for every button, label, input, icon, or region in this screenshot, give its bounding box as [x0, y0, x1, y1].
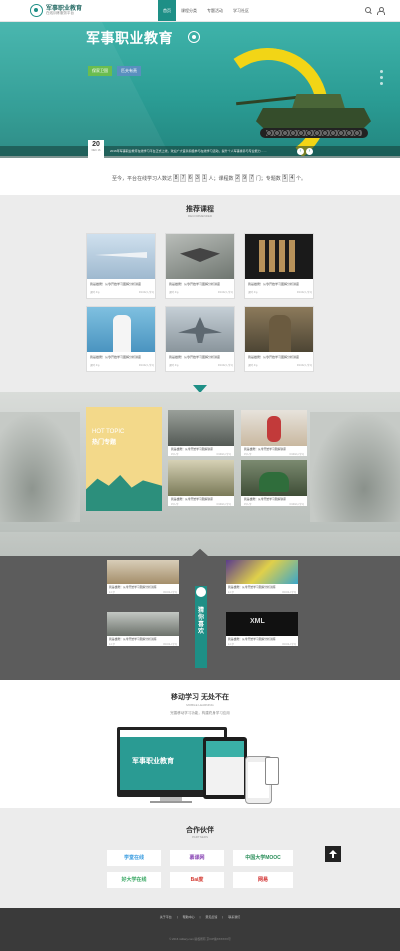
- nav-topics[interactable]: 专题活动: [202, 0, 228, 21]
- tablet-mockup: [203, 737, 247, 799]
- partner-logo[interactable]: 慕课网: [170, 850, 224, 866]
- banner-button-duty[interactable]: 匹夫有责: [117, 66, 141, 76]
- footer-link[interactable]: 意见反馈: [205, 915, 217, 919]
- nav-categories[interactable]: 课程分类: [176, 0, 202, 21]
- course-card[interactable]: 我是雄鹰！从零开始学习图解分析讲座 课时 4节 0/1042人学习: [165, 306, 235, 372]
- back-to-top-icon[interactable]: [325, 846, 341, 862]
- shield-icon: [196, 587, 206, 597]
- user-icon[interactable]: [376, 6, 385, 15]
- course-card[interactable]: 我是雄鹰！从零开始学习图解分析讲座 课时 4节 0/1042人学习: [165, 233, 235, 299]
- partner-logo[interactable]: 网易: [233, 872, 293, 888]
- hot-topic-card[interactable]: 我是雄鹰！从零开始学习图解讲座 15人学 0/1042人学习: [168, 410, 234, 456]
- logo-emblem-icon: [30, 4, 43, 17]
- hot-topic-card[interactable]: 我是雄鹰！从零开始学习图解讲座 15人学 0/1042人学习: [168, 460, 234, 506]
- partners-subtitle: PARTNERS: [191, 835, 209, 839]
- mobile-subtitle: 完善移动学习功能，构建终身学习应用: [170, 711, 230, 715]
- search-icon[interactable]: [364, 6, 372, 14]
- partner-logo[interactable]: Bai度: [170, 872, 224, 888]
- stats-line: 至今，平台在线学习人数达 87631 人；课程数 297 门；专题数 54 个。: [112, 174, 306, 182]
- banner-button-defend[interactable]: 保家卫国: [88, 66, 112, 76]
- copyright: © 2016 military.com 版权所有 京ICP备XXXXXX号: [169, 937, 231, 941]
- hot-topic-feature[interactable]: HOT TOPIC 热门专题: [86, 407, 162, 511]
- hot-topic-card[interactable]: 我是雄鹰！从零开始学习图解讲座 15人学 0/1042人学习: [241, 410, 307, 456]
- footer-link[interactable]: 关于平台: [160, 915, 172, 919]
- banner-pager[interactable]: [380, 70, 383, 85]
- mobile-subtitle-en: MOBILE LEARNING: [186, 703, 214, 707]
- news-date: 20 DEC 16: [88, 140, 104, 158]
- mobile-title: 移动学习 无处不在: [171, 694, 229, 701]
- hero-banner[interactable]: [0, 22, 400, 156]
- partner-logo[interactable]: 学堂在线: [107, 850, 161, 866]
- partner-logo[interactable]: 好大学在线: [107, 872, 161, 888]
- nav-community[interactable]: 学习社区: [228, 0, 254, 21]
- tank-image: [236, 84, 386, 148]
- recommended-title: 推荐课程: [186, 206, 214, 213]
- news-prev-icon[interactable]: ‹: [297, 148, 304, 155]
- course-card[interactable]: 我是雄鹰！从零开始学习图解分析讲座 课时 4节 0/1042人学习: [244, 306, 314, 372]
- nav-home[interactable]: 首页: [158, 0, 176, 21]
- course-card[interactable]: 我是雄鹰！从零开始学习图解分析讲座 课时 4节 0/1042人学习: [86, 306, 156, 372]
- banner-title: 军事职业教育: [86, 30, 173, 46]
- news-text[interactable]: 2016年军事职业教育在线学习平台正式上线，欢迎广大官兵积极参与在线学习活动，提…: [110, 149, 290, 153]
- guess-card[interactable]: 我是雄鹰！从零开始学习图解分析讲座 2人学 0/1042人学习: [226, 560, 298, 594]
- guess-card[interactable]: 我是雄鹰！从零开始学习图解分析讲座 2人学 0/1042人学习: [107, 612, 179, 646]
- target-icon: [188, 31, 200, 43]
- hot-topic-card[interactable]: 我是雄鹰！从零开始学习图解讲座 15人学 0/1042人学习: [241, 460, 307, 506]
- partner-logo[interactable]: 中国大学MOOC: [233, 850, 293, 866]
- partners-title: 合作伙伴: [186, 827, 214, 834]
- site-logo[interactable]: 军事职业教育 在线训练服务平台: [30, 3, 82, 19]
- phone-mockup-small: [265, 757, 279, 785]
- footer-link[interactable]: 帮助中心: [183, 915, 195, 919]
- footer-links: 关于平台 | 帮助中心 | 意见反馈 | 联系我们: [159, 915, 241, 919]
- guess-card[interactable]: XML 我是雄鹰！从零开始学习图解分析讲座 2人学 0/1042人学习: [226, 612, 298, 646]
- logo-subtitle: 在线训练服务平台: [46, 11, 74, 15]
- guess-card[interactable]: 我是雄鹰！从零开始学习图解分析讲座 2人学 0/1042人学习: [107, 560, 179, 594]
- course-card[interactable]: 我是雄鹰！从零开始学习图解分析讲座 课时 4节 0/1042人学习: [244, 233, 314, 299]
- footer-link[interactable]: 联系我们: [228, 915, 240, 919]
- header: 军事职业教育 在线训练服务平台 首页 课程分类 专题活动 学习社区: [0, 0, 400, 22]
- main-nav: 首页 课程分类 专题活动 学习社区: [158, 0, 254, 21]
- guess-label: 猜你喜欢: [195, 586, 207, 668]
- course-card[interactable]: 我是雄鹰！从零开始学习图解分析讲座 课时 4节 0/1042人学习: [86, 233, 156, 299]
- news-next-icon[interactable]: ›: [306, 148, 313, 155]
- recommended-subtitle: RECOMMENDED: [187, 214, 213, 218]
